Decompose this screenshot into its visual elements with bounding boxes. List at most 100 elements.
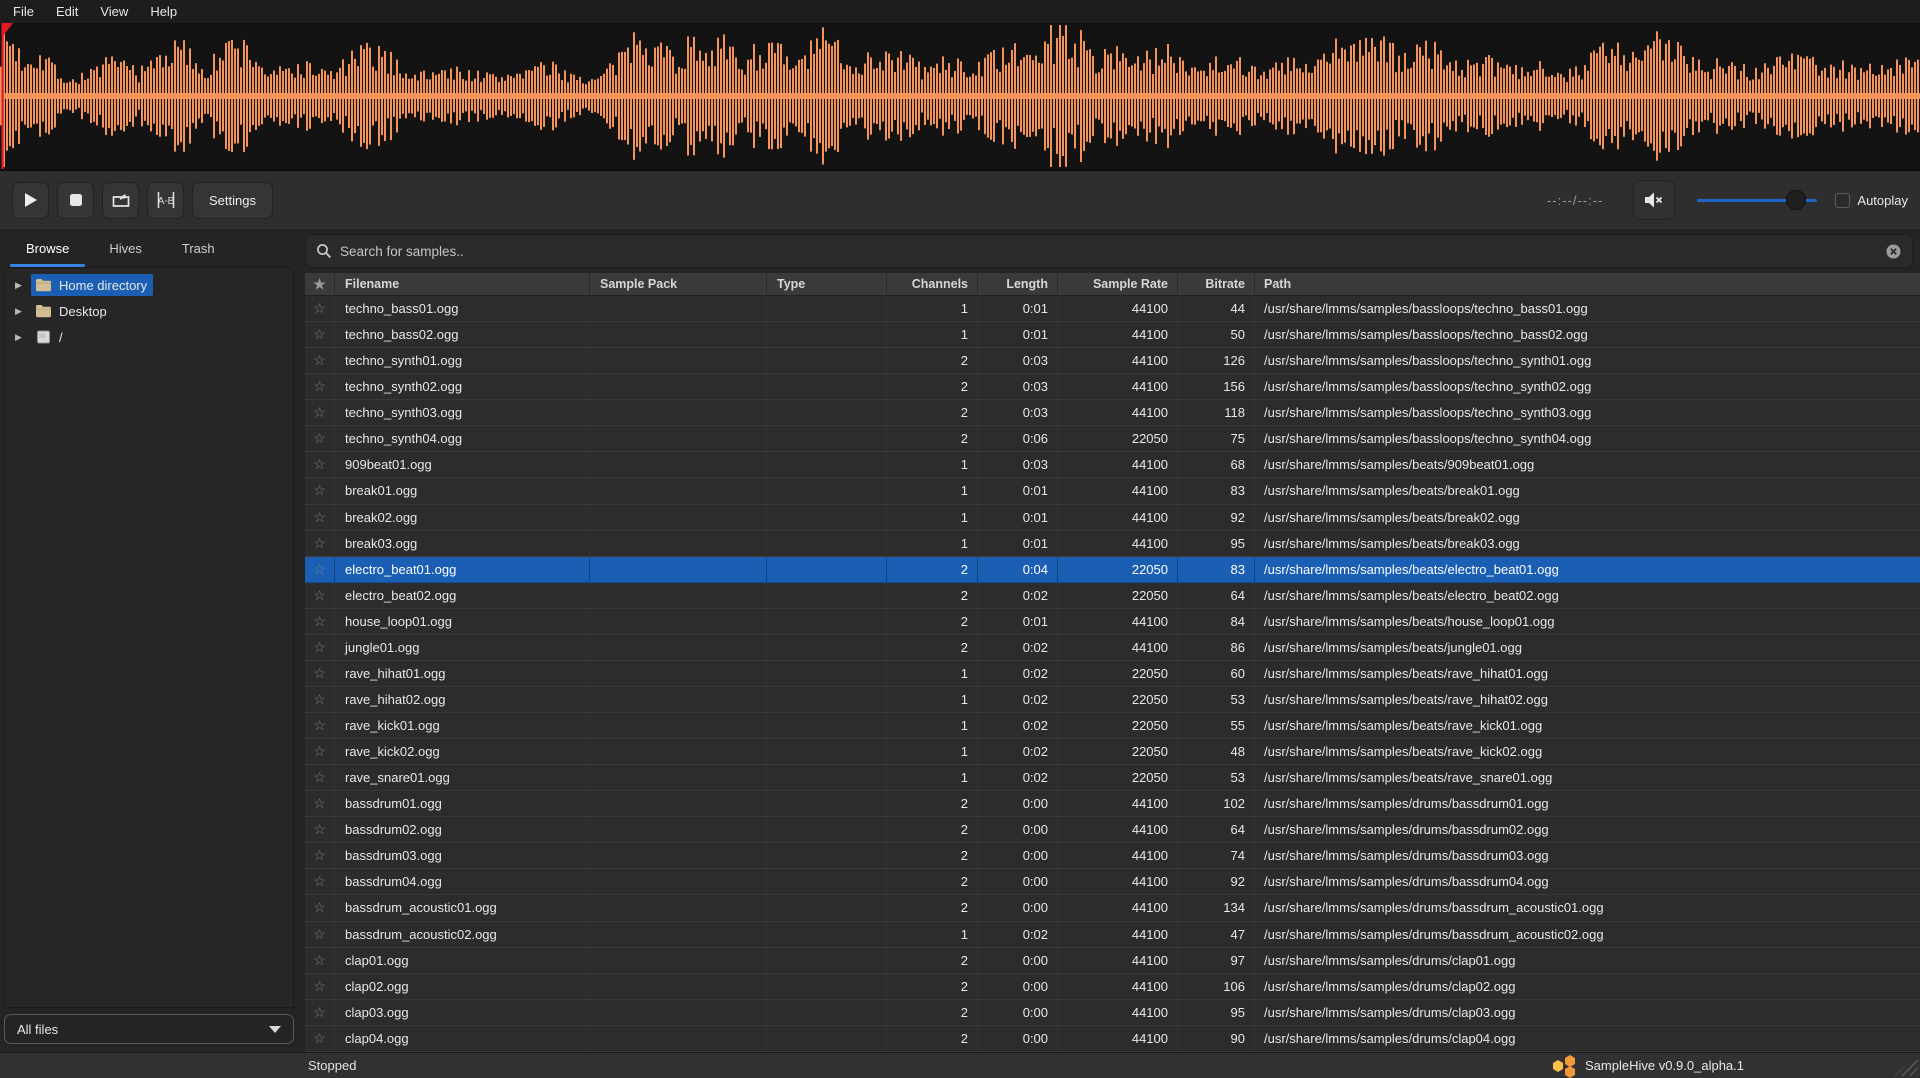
expander-icon[interactable]: ▶ [15,306,31,317]
favorite-star-icon[interactable]: ☆ [313,482,326,499]
favorite-cell[interactable]: ☆ [305,478,335,503]
menu-file[interactable]: File [2,0,45,23]
favorite-star-icon[interactable]: ☆ [313,1030,326,1047]
table-row[interactable]: ☆jungle01.ogg20:024410086/usr/share/lmms… [305,635,1920,661]
table-row[interactable]: ☆break02.ogg10:014410092/usr/share/lmms/… [305,505,1920,531]
ab-loop-button[interactable]: A-B [147,182,184,219]
table-row[interactable]: ☆techno_synth02.ogg20:0344100156/usr/sha… [305,374,1920,400]
tab-hives[interactable]: Hives [89,229,162,267]
favorite-star-icon[interactable]: ☆ [313,952,326,969]
table-row[interactable]: ☆house_loop01.ogg20:014410084/usr/share/… [305,609,1920,635]
favorite-cell[interactable]: ☆ [305,296,335,321]
favorite-cell[interactable]: ☆ [305,922,335,947]
favorite-star-icon[interactable]: ☆ [313,769,326,786]
table-row[interactable]: ☆rave_snare01.ogg10:022205053/usr/share/… [305,765,1920,791]
favorite-cell[interactable]: ☆ [305,505,335,530]
column-header-sample-pack[interactable]: Sample Pack [590,273,767,295]
favorite-cell[interactable]: ☆ [305,322,335,347]
favorite-cell[interactable]: ☆ [305,895,335,920]
volume-slider[interactable] [1697,190,1817,210]
favorite-star-icon[interactable]: ☆ [313,899,326,916]
favorite-cell[interactable]: ☆ [305,739,335,764]
table-row[interactable]: ☆909beat01.ogg10:034410068/usr/share/lmm… [305,452,1920,478]
favorite-star-icon[interactable]: ☆ [313,509,326,526]
tab-browse[interactable]: Browse [6,229,89,267]
search-input[interactable] [340,244,1885,259]
favorite-star-icon[interactable]: ☆ [313,795,326,812]
table-row[interactable]: ☆techno_synth04.ogg20:062205075/usr/shar… [305,426,1920,452]
tree-item--[interactable]: ▶/ [5,324,293,350]
favorite-star-icon[interactable]: ☆ [313,456,326,473]
favorite-cell[interactable]: ☆ [305,1026,335,1051]
favorite-star-icon[interactable]: ☆ [313,691,326,708]
favorite-star-icon[interactable]: ☆ [313,613,326,630]
loop-button[interactable] [102,182,139,219]
table-row[interactable]: ☆techno_bass02.ogg10:014410050/usr/share… [305,322,1920,348]
table-row[interactable]: ☆electro_beat01.ogg20:042205083/usr/shar… [305,557,1920,583]
column-header-bitrate[interactable]: Bitrate [1178,273,1255,295]
favorite-cell[interactable]: ☆ [305,974,335,999]
menu-view[interactable]: View [89,0,139,23]
favorite-star-icon[interactable]: ☆ [313,352,326,369]
table-row[interactable]: ☆bassdrum_acoustic02.ogg10:024410047/usr… [305,922,1920,948]
table-row[interactable]: ☆rave_kick02.ogg10:022205048/usr/share/l… [305,739,1920,765]
favorite-cell[interactable]: ☆ [305,531,335,556]
favorite-cell[interactable]: ☆ [305,557,335,582]
table-row[interactable]: ☆bassdrum04.ogg20:004410092/usr/share/lm… [305,869,1920,895]
table-row[interactable]: ☆rave_kick01.ogg10:022205055/usr/share/l… [305,713,1920,739]
favorite-star-icon[interactable]: ☆ [313,378,326,395]
tab-trash[interactable]: Trash [162,229,235,267]
table-row[interactable]: ☆techno_synth01.ogg20:0344100126/usr/sha… [305,348,1920,374]
expander-icon[interactable]: ▶ [15,280,31,291]
favorite-star-icon[interactable]: ☆ [313,561,326,578]
favorite-cell[interactable]: ☆ [305,400,335,425]
menu-edit[interactable]: Edit [45,0,89,23]
favorite-star-icon[interactable]: ☆ [313,978,326,995]
expander-icon[interactable]: ▶ [15,332,31,343]
table-row[interactable]: ☆clap03.ogg20:004410095/usr/share/lmms/s… [305,1000,1920,1026]
column-header-favorite[interactable]: ★ [305,273,335,295]
favorite-cell[interactable]: ☆ [305,791,335,816]
clear-search-icon[interactable] [1885,243,1902,260]
column-header-length[interactable]: Length [978,273,1058,295]
favorite-star-icon[interactable]: ☆ [313,743,326,760]
table-row[interactable]: ☆bassdrum02.ogg20:004410064/usr/share/lm… [305,817,1920,843]
favorite-star-icon[interactable]: ☆ [313,665,326,682]
table-row[interactable]: ☆electro_beat02.ogg20:022205064/usr/shar… [305,583,1920,609]
favorite-star-icon[interactable]: ☆ [313,587,326,604]
favorite-cell[interactable]: ☆ [305,1000,335,1025]
favorite-star-icon[interactable]: ☆ [313,535,326,552]
column-header-channels[interactable]: Channels [887,273,978,295]
favorite-cell[interactable]: ☆ [305,948,335,973]
table-row[interactable]: ☆clap02.ogg20:0044100106/usr/share/lmms/… [305,974,1920,1000]
table-row[interactable]: ☆break03.ogg10:014410095/usr/share/lmms/… [305,531,1920,557]
volume-knob[interactable] [1786,190,1806,210]
favorite-cell[interactable]: ☆ [305,452,335,477]
favorite-star-icon[interactable]: ☆ [313,404,326,421]
file-filter-dropdown[interactable]: All files [4,1014,294,1044]
favorite-cell[interactable]: ☆ [305,609,335,634]
stop-button[interactable] [57,182,94,219]
autoplay-checkbox[interactable] [1835,193,1850,208]
table-row[interactable]: ☆bassdrum01.ogg20:0044100102/usr/share/l… [305,791,1920,817]
table-row[interactable]: ☆techno_synth03.ogg20:0344100118/usr/sha… [305,400,1920,426]
table-row[interactable]: ☆rave_hihat02.ogg10:022205053/usr/share/… [305,687,1920,713]
tree-item-home-directory[interactable]: ▶Home directory [5,272,293,298]
favorite-star-icon[interactable]: ☆ [313,326,326,343]
table-row[interactable]: ☆rave_hihat01.ogg10:022205060/usr/share/… [305,661,1920,687]
column-header-filename[interactable]: Filename [335,273,590,295]
favorite-star-icon[interactable]: ☆ [313,300,326,317]
favorite-cell[interactable]: ☆ [305,843,335,868]
column-header-path[interactable]: Path [1255,273,1920,295]
favorite-cell[interactable]: ☆ [305,687,335,712]
resize-grip[interactable] [1894,1054,1918,1076]
table-row[interactable]: ☆bassdrum_acoustic01.ogg20:0044100134/us… [305,895,1920,921]
favorite-cell[interactable]: ☆ [305,348,335,373]
favorite-star-icon[interactable]: ☆ [313,873,326,890]
favorite-star-icon[interactable]: ☆ [313,430,326,447]
tree-item-desktop[interactable]: ▶Desktop [5,298,293,324]
table-row[interactable]: ☆break01.ogg10:014410083/usr/share/lmms/… [305,478,1920,504]
favorite-cell[interactable]: ☆ [305,661,335,686]
table-row[interactable]: ☆techno_bass01.ogg10:014410044/usr/share… [305,296,1920,322]
favorite-cell[interactable]: ☆ [305,817,335,842]
